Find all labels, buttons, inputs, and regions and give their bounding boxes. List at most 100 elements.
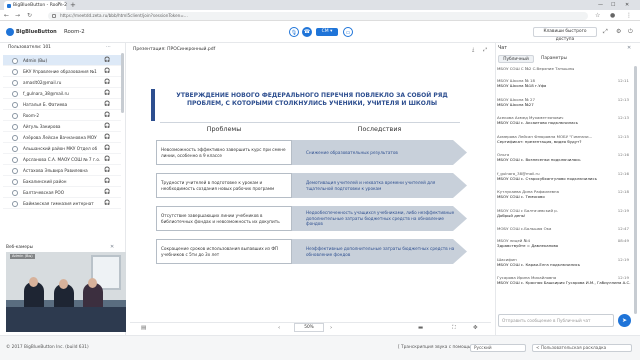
back-icon[interactable]: ← [4,10,9,21]
settings-icon[interactable]: ⚙ [616,27,621,37]
chat-input[interactable]: Отправить сообщение в Публичный чат [498,314,614,327]
new-tab-icon[interactable]: + [70,0,76,10]
user-name: Альшанский район МКУ Отдел об [23,146,98,151]
chat-header: Чат [498,46,508,51]
user-row[interactable]: Бакалинский район 🎧 [3,176,121,187]
chat-text: МБОУ Школа №18 г.Уфа [497,83,547,88]
chat-message: МБОУ лицей №4 08:49 Здравствуйте = Давлека… [497,238,632,248]
forward-icon[interactable]: → [15,10,20,21]
user-row[interactable]: Альшанский район МКУ Отдел об 🎧 [3,143,121,154]
layout-select[interactable]: < Пользовательская раскладка [532,344,632,352]
chat-message: Шасифин 12:19 МБОУ СОШ с. Караи-Елга подкл… [497,257,632,267]
consequence-text: Неэффективные дополнительные затраты бюд… [306,245,455,257]
headset-icon: 🎧 [104,134,111,140]
user-row[interactable]: Астахова Эльвира Равилевна 🎧 [3,165,121,176]
profile-icon[interactable]: ● [610,10,615,21]
shortcut-keys-button[interactable]: Клавиши быстрого доступа [533,27,597,42]
user-row[interactable]: БКУ Управление образования №1 🎧 [3,66,121,77]
chat-time: 08:49 [617,238,629,243]
headset-icon: 🎧 [104,90,111,96]
fit-page-icon[interactable]: ⛶ [452,324,456,333]
user-row[interactable]: Балтачевская РОО 🎧 [3,187,121,198]
user-avatar-icon [12,200,18,207]
chat-time: 12:18 [617,189,629,194]
send-icon[interactable]: ➤ [618,314,631,327]
user-name: Азёрова Лейсан Вачнановна МОУ [23,135,97,140]
user-row[interactable]: Арсланова С.А. МАОУ СОШ № 7 г.о. 🎧 [3,154,121,165]
minimize-icon[interactable]: — [598,0,603,10]
close-tab-icon[interactable]: ✕ [57,0,61,9]
users-options-icon[interactable]: ⋯ [106,44,111,50]
headset-icon: 🎧 [104,57,111,63]
room-name: Room-2 [64,29,85,35]
user-row[interactable]: Room-2 🎧 [3,110,121,121]
users-scrollbar[interactable] [121,53,124,113]
problem-box: Отсутствие завершающих линии учебников в… [156,206,292,231]
user-avatar-icon [12,167,18,174]
user-row[interactable]: Айгуль Закирова 🎧 [3,121,121,132]
star-icon[interactable]: ☆ [595,10,600,21]
next-slide-icon[interactable]: › [330,324,332,333]
chat-scrollbar[interactable] [634,66,637,314]
annotations-icon[interactable]: ▤ [141,324,146,333]
chat-time: 12:16 [617,170,629,176]
pan-icon[interactable]: ✥ [473,324,478,333]
url-text: https://meetdd.zeta.ru/bbb/html5client/j… [60,12,188,18]
lock-icon [52,13,56,18]
chat-text: МБОУ СОШ с. Аксаитово подключилась [497,120,578,125]
user-name: Айгуль Закирова [23,124,61,129]
problem-text: Сокращение сроков использования выпавших… [161,246,279,257]
browser-menu-icon[interactable]: ⋮ [626,10,632,21]
user-avatar-icon [12,189,18,196]
chat-messages: МБОУ СОШ С №2 С.Верхние Татышлы МБОУ Школ… [497,66,633,310]
chat-message: Ольга 12:16 МБОУ СОШ с. Вознесенки подключ… [497,152,632,162]
user-row[interactable]: Наталья Б. Фатиева 🎧 [3,99,121,110]
reload-icon[interactable]: ↻ [27,10,32,21]
screen-share-icon[interactable]: ▭ [343,27,353,37]
zoom-level[interactable]: 50% [294,323,324,332]
bbb-logo-icon [6,28,14,36]
slide-accent-bar [151,89,155,121]
user-avatar-icon [12,112,18,119]
user-row[interactable]: Азёрова Лейсан Вачнановна МОУ 🎧 [3,132,121,143]
zoom-slider-icon[interactable]: ▬ [418,324,423,333]
logout-icon[interactable]: ⏻ [628,27,633,37]
user-row[interactable]: Баймакская гимназия интернат 🎧 [3,198,121,209]
consequence-text: Демотивация учителей и нехватка времени … [306,179,436,191]
presentation-title: Презентация: ПРОСинкронный.pdf [133,47,216,52]
tab-public[interactable]: Публичный [498,55,534,63]
close-window-icon[interactable]: ✕ [625,0,629,10]
chat-message: МБОУ СОШ С №2 С.Верхние Татышлы [497,66,632,71]
language-select[interactable]: Русский [470,344,526,352]
user-avatar-icon [12,68,18,75]
action-label: СМ [321,29,329,34]
presentation-fullscreen-icon[interactable]: ⤢ [483,47,487,53]
chat-time: 12:15 [617,133,629,139]
chat-sender: МОБУ СОШ с.Большая Ока [497,226,552,231]
prev-slide-icon[interactable]: ‹ [278,324,280,333]
phone-icon[interactable]: ☎ [302,27,312,37]
copyright-text: © 2017 BigBlueButton Inc. (build 631) [6,345,89,350]
webcam-close-icon[interactable]: ✕ [110,244,114,250]
user-name: f_gulnara_38@mail.ru [23,91,69,96]
user-name: Баймакская гимназия интернат [23,201,94,206]
problem-box: Сокращение сроков использования выпавших… [156,239,292,264]
chat-message: МБОУ Школа № 27 12:13 МБОУ Школа №27 [497,97,632,107]
user-row[interactable]: f_gulnara_38@mail.ru 🎧 [3,88,121,99]
chat-close-icon[interactable]: ✕ [627,45,631,51]
maximize-icon[interactable]: ☐ [611,0,615,10]
action-dropdown-button[interactable]: СМ ▾ [316,28,338,36]
bbb-favicon-icon [7,3,11,8]
download-icon[interactable]: ⤓ [472,47,474,53]
user-name: Арсланова С.А. МАОУ СОШ № 7 г.о. [23,157,101,162]
microphone-icon[interactable]: 🎙 [289,27,299,37]
user-row[interactable]: amaslt02@mail.ru 🎧 [3,77,121,88]
fullscreen-icon[interactable]: ⤢ [603,27,608,37]
webcam-video[interactable]: Admin (Вы) [6,252,126,332]
url-field[interactable]: https://meetdd.zeta.ru/bbb/html5client/j… [48,11,588,20]
user-row[interactable]: Admin (Вы) 🎧 [3,55,121,66]
headset-icon: 🎧 [104,68,111,74]
tab-params[interactable]: Параметры [536,55,572,63]
headset-icon: 🎧 [104,178,111,184]
chat-message: Кутлукаева Дина Рафаилевна 12:18 МБОУ СОШ … [497,189,632,199]
